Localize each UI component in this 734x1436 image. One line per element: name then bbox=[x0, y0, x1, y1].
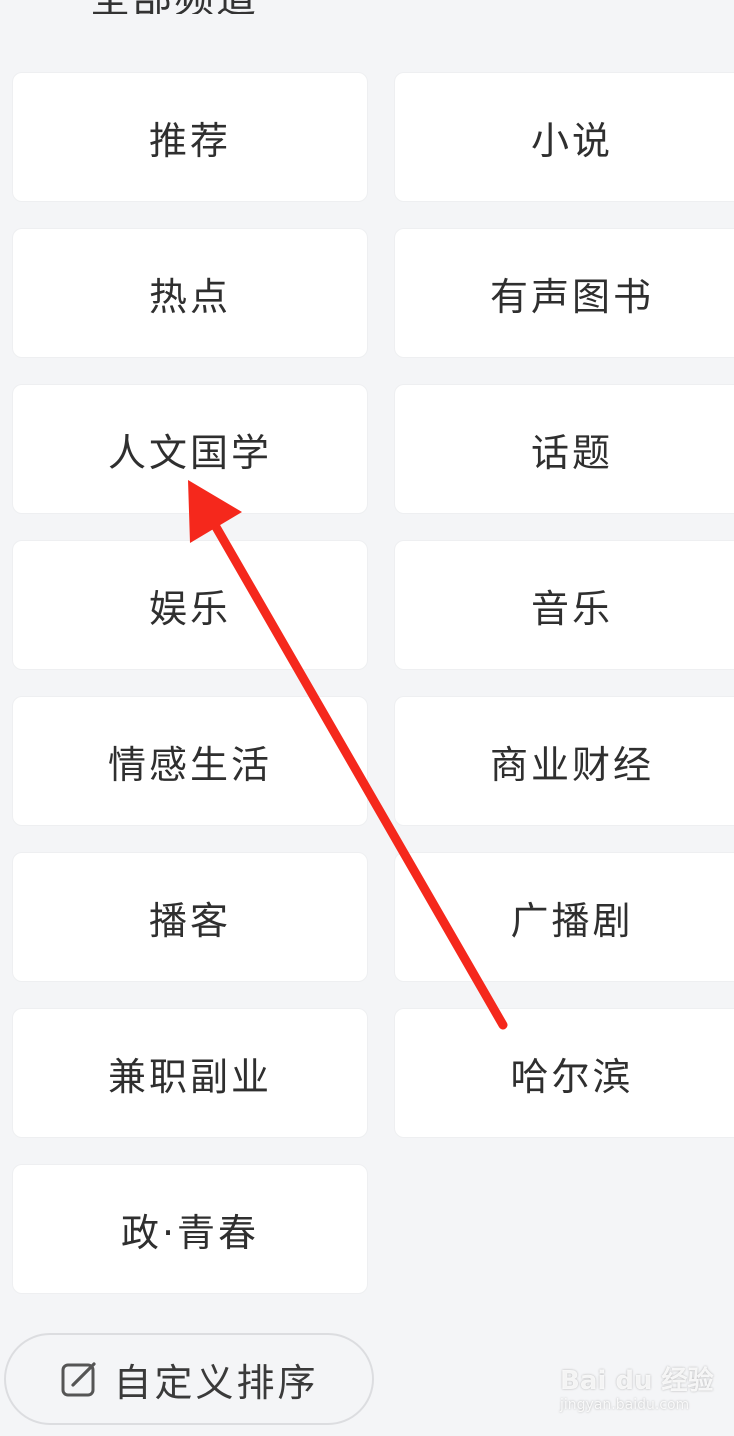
channel-tile-podcast[interactable]: 播客 bbox=[12, 852, 368, 982]
channel-tile-hot[interactable]: 热点 bbox=[12, 228, 368, 358]
channel-tile-music[interactable]: 音乐 bbox=[394, 540, 734, 670]
channel-tile-politics-youth[interactable]: 政·青春 bbox=[12, 1164, 368, 1294]
channel-tile-side-job[interactable]: 兼职副业 bbox=[12, 1008, 368, 1138]
channel-tile-topics[interactable]: 话题 bbox=[394, 384, 734, 514]
channel-tile-audiobook[interactable]: 有声图书 bbox=[394, 228, 734, 358]
custom-sort-label: 自定义排序 bbox=[113, 1360, 319, 1405]
watermark-url: jingyan.baidu.com bbox=[560, 1397, 690, 1413]
channel-tile-harbin[interactable]: 哈尔滨 bbox=[394, 1008, 734, 1138]
channel-tile-novel[interactable]: 小说 bbox=[394, 72, 734, 202]
section-header: 全部频道 bbox=[0, 0, 734, 14]
custom-sort-button[interactable]: 自定义排序 bbox=[4, 1333, 374, 1425]
edit-icon bbox=[59, 1359, 99, 1399]
watermark-logo-text: Bai du 经验 bbox=[560, 1366, 714, 1396]
channel-tile-humanities[interactable]: 人文国学 bbox=[12, 384, 368, 514]
channel-tile-business-finance[interactable]: 商业财经 bbox=[394, 696, 734, 826]
baidu-jingyan-watermark: Bai du 经验 jingyan.baidu.com bbox=[560, 1360, 730, 1424]
channel-tile-entertainment[interactable]: 娱乐 bbox=[12, 540, 368, 670]
channel-tile-radio-drama[interactable]: 广播剧 bbox=[394, 852, 734, 982]
section-title: 全部频道 bbox=[90, 0, 258, 14]
channel-tile-emotion-life[interactable]: 情感生活 bbox=[12, 696, 368, 826]
channel-tile-recommend[interactable]: 推荐 bbox=[12, 72, 368, 202]
